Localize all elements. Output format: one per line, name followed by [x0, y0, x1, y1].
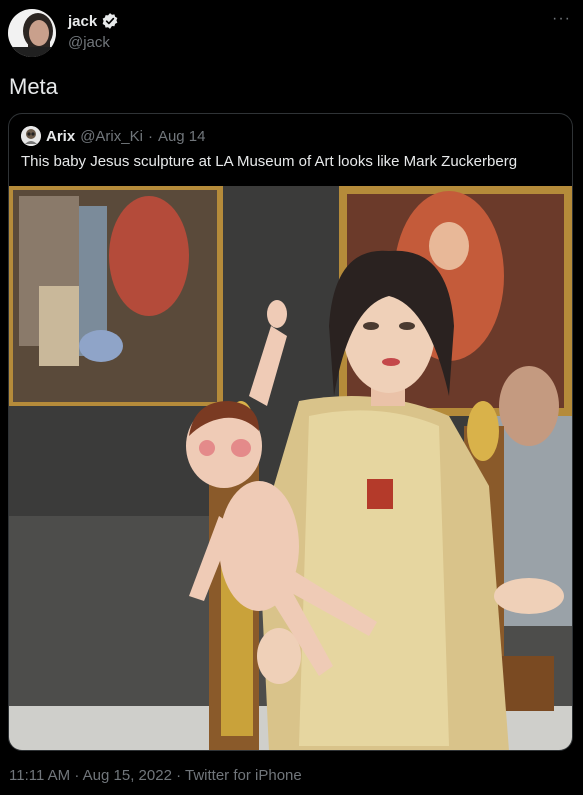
- timestamp-separator: ·: [74, 767, 80, 784]
- tweet: jack @jack ··· Meta Arix @Arix_Ki · Aug …: [0, 0, 583, 795]
- more-options-icon[interactable]: ···: [552, 10, 571, 28]
- avatar-image: [8, 9, 56, 57]
- source-separator: ·: [176, 767, 182, 784]
- quoted-tweet-header: Arix @Arix_Ki · Aug 14: [21, 126, 205, 146]
- quoted-date[interactable]: Aug 14: [158, 128, 206, 145]
- tweet-text: Meta: [9, 74, 58, 99]
- quoted-avatar-image: [21, 126, 41, 146]
- quoted-author-name[interactable]: Arix: [46, 128, 75, 145]
- quoted-tweet-card[interactable]: Arix @Arix_Ki · Aug 14 This baby Jesus s…: [8, 113, 573, 751]
- sculpture-photo[interactable]: [9, 186, 572, 751]
- tweet-time[interactable]: 11:11 AM: [9, 767, 70, 784]
- quoted-separator: ·: [147, 127, 153, 145]
- avatar[interactable]: [8, 9, 56, 57]
- verified-badge-icon: [102, 13, 118, 29]
- author-name[interactable]: jack: [68, 12, 119, 30]
- author-name-text: jack: [68, 12, 98, 30]
- tweet-date[interactable]: Aug 15, 2022: [83, 767, 172, 784]
- tweet-timestamp: 11:11 AM · Aug 15, 2022 · Twitter for iP…: [9, 767, 302, 784]
- tweet-source[interactable]: Twitter for iPhone: [185, 767, 302, 784]
- quoted-author-avatar[interactable]: [21, 126, 41, 146]
- author-handle[interactable]: @jack: [68, 34, 110, 51]
- quoted-author-handle[interactable]: @Arix_Ki: [80, 128, 143, 145]
- quoted-tweet-text: This baby Jesus sculpture at LA Museum o…: [21, 153, 518, 170]
